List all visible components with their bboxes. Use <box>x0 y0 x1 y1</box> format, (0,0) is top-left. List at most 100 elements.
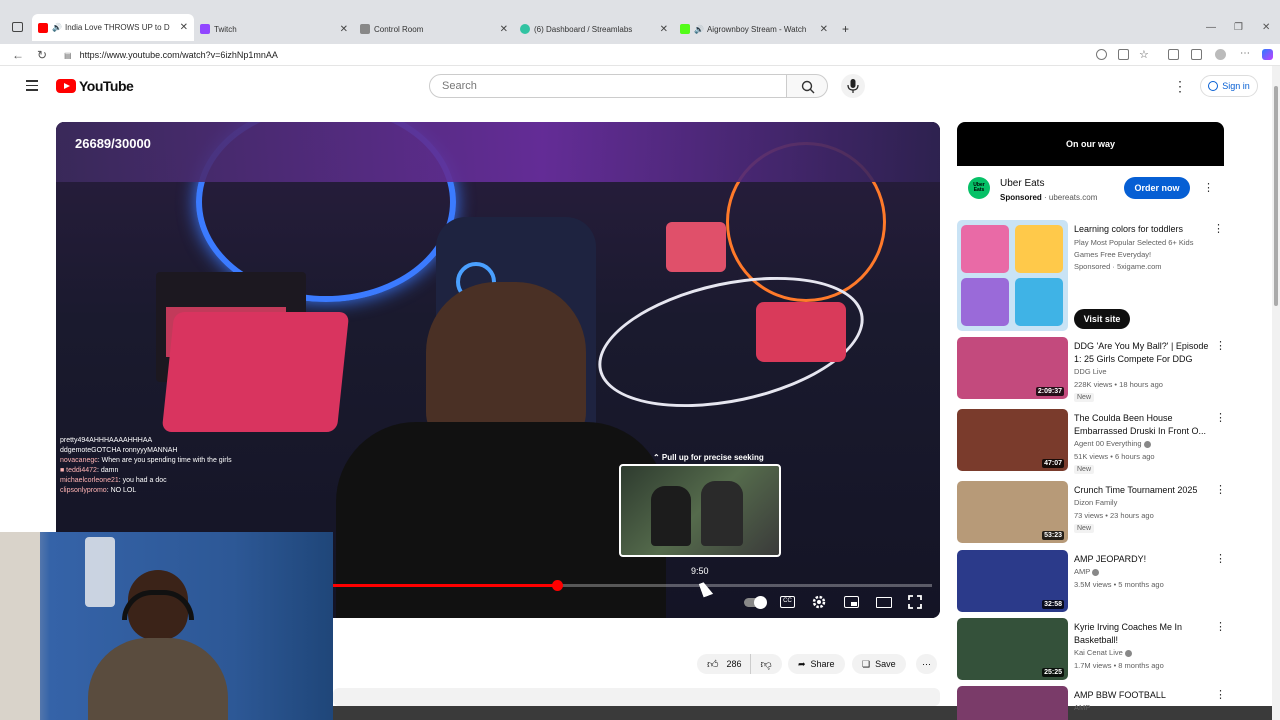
webcam-person <box>88 560 228 720</box>
youtube-favicon-icon <box>38 22 48 33</box>
speaker-icon: 🔊 <box>694 24 704 34</box>
back-icon[interactable]: ← <box>12 48 24 62</box>
rec-menu-icon[interactable]: ⋮ <box>1213 222 1224 235</box>
rec-meta: Sponsored · 5xigame.com <box>1074 262 1162 271</box>
close-tab-icon[interactable]: ✕ <box>500 24 508 35</box>
rec-title: The Coulda Been House Embarrassed Druski… <box>1074 413 1207 436</box>
rec-menu-icon[interactable]: ⋮ <box>1215 552 1226 565</box>
share-button[interactable]: ➦ Share <box>788 654 845 674</box>
user-circle-icon <box>1208 81 1219 91</box>
chat-text: pretty494AHHHAAAAHHHAA <box>60 437 153 444</box>
more-actions-button[interactable]: ⋯ <box>916 654 937 674</box>
hamburger-menu-icon[interactable] <box>26 80 38 91</box>
close-tab-icon[interactable]: ✕ <box>340 24 348 35</box>
rec-menu-icon[interactable]: ⋮ <box>1215 483 1226 496</box>
rec-thumbnail: 53:23 <box>957 481 1068 543</box>
order-now-button[interactable]: Order now <box>1124 177 1190 199</box>
miniplayer-button[interactable] <box>844 596 859 608</box>
scrollbar-thumb[interactable] <box>1274 86 1278 306</box>
visit-site-button[interactable]: Visit site <box>1074 309 1130 329</box>
restore-icon[interactable]: ❐ <box>1234 22 1243 33</box>
seek-preview-thumbnail <box>619 464 781 557</box>
tab-streamlabs[interactable]: (6) Dashboard / Streamlabs ✕ <box>514 17 674 41</box>
rec-item[interactable]: 32:58 AMP JEOPARDY! AMP 3.5M views • 5 m… <box>957 550 1226 614</box>
streamlabs-favicon-icon <box>520 24 530 34</box>
close-tab-icon[interactable]: ✕ <box>180 22 188 33</box>
settings-gear-icon[interactable] <box>812 595 826 609</box>
ad-menu-icon[interactable]: ⋮ <box>1203 181 1214 194</box>
minimize-icon[interactable]: — <box>1206 22 1216 33</box>
reader-icon[interactable] <box>1118 49 1129 60</box>
close-window-icon[interactable]: ✕ <box>1262 22 1270 33</box>
fullscreen-icon[interactable] <box>908 595 922 609</box>
progress-scrubber[interactable] <box>552 580 563 591</box>
preview-figure <box>651 486 691 546</box>
game-tile <box>1015 225 1063 273</box>
dislike-button[interactable]: 👎︎ <box>749 654 782 674</box>
chat-text: you had a doc <box>122 477 167 484</box>
rec-menu-icon[interactable]: ⋮ <box>1215 620 1226 633</box>
sign-in-button[interactable]: Sign in <box>1200 75 1258 97</box>
rec-duration: 25:25 <box>1042 668 1064 677</box>
rec-title: Kyrie Irving Coaches Me In Basketball! <box>1074 622 1183 645</box>
closed-captions-button[interactable]: CC <box>780 596 795 608</box>
extension-icon[interactable] <box>1168 49 1179 60</box>
rec-title: AMP JEOPARDY! <box>1074 554 1147 564</box>
tab-youtube[interactable]: 🔊 India Love THROWS UP to D ✕ <box>32 14 194 41</box>
webcam-overlay <box>0 532 333 720</box>
url-field[interactable]: ▤ https://www.youtube.com/watch?v=6izhNp… <box>64 47 1084 63</box>
settings-kebab-icon[interactable]: ⋮ <box>1173 78 1187 95</box>
rec-meta: 1.7M views • 8 months ago <box>1074 661 1164 670</box>
rec-menu-icon[interactable]: ⋮ <box>1215 411 1226 424</box>
tab-control-room[interactable]: Control Room ✕ <box>354 17 514 41</box>
chat-user: novacanegc <box>60 457 98 464</box>
translate-icon[interactable] <box>1096 49 1107 60</box>
voice-search-button[interactable] <box>841 74 865 98</box>
rec-item[interactable]: 25:25 Kyrie Irving Coaches Me In Basketb… <box>957 618 1226 682</box>
favorite-star-icon[interactable]: ☆ <box>1139 48 1149 61</box>
chat-message: ddgemoteGOTCHA ronnyyyMANNAH <box>60 446 240 455</box>
theater-mode-button[interactable] <box>876 597 892 608</box>
browser-menu-icon[interactable]: ⋯ <box>1240 48 1250 59</box>
favorites-icon[interactable] <box>1191 49 1202 60</box>
rec-menu-icon[interactable]: ⋮ <box>1215 688 1224 701</box>
rec-title: Learning colors for toddlers <box>1074 224 1184 234</box>
rec-menu-icon[interactable]: ⋮ <box>1215 339 1226 352</box>
profile-avatar-icon[interactable] <box>1215 49 1226 60</box>
close-tab-icon[interactable]: ✕ <box>660 24 668 35</box>
stream-chat-overlay: pretty494AHHHAAAAHHHAA ddgemoteGOTCHA ro… <box>60 436 240 496</box>
share-arrow-icon: ➦ <box>798 658 806 669</box>
rec-channel-line: AMP <box>1074 567 1100 576</box>
new-badge: New <box>1074 465 1095 474</box>
description-box[interactable] <box>333 688 940 706</box>
youtube-logo[interactable]: YouTube <box>56 78 134 94</box>
page-scrollbar[interactable] <box>1272 66 1280 720</box>
tab-twitch[interactable]: Twitch ✕ <box>194 17 354 41</box>
rec-item[interactable]: AMP BBW FOOTBALL AMP ⋮ <box>957 686 1224 720</box>
progress-bar[interactable] <box>332 580 932 591</box>
rec-item[interactable]: 47:07 The Coulda Been House Embarrassed … <box>957 409 1226 474</box>
rec-item[interactable]: 2:09:37 DDG 'Are You My Ball?' | Episode… <box>957 337 1226 402</box>
like-button[interactable]: 👍︎ 286 <box>697 654 750 674</box>
copilot-icon[interactable] <box>1262 49 1273 60</box>
ad-banner[interactable]: On our way <box>957 122 1224 166</box>
tab-actions-icon[interactable] <box>12 22 23 32</box>
reload-icon[interactable]: ↻ <box>37 48 47 62</box>
rec-item[interactable]: 53:23 Crunch Time Tournament 2025 Dizon … <box>957 481 1226 545</box>
close-tab-icon[interactable]: ✕ <box>820 24 828 35</box>
sponsored-rec-item[interactable]: Learning colors for toddlers Play Most P… <box>957 220 1224 331</box>
rec-duration: 53:23 <box>1042 531 1064 540</box>
save-button[interactable]: ❏ Save <box>852 654 906 674</box>
search-input[interactable]: Search <box>429 74 787 98</box>
autoplay-toggle[interactable] <box>744 596 767 609</box>
share-label: Share <box>810 659 835 669</box>
new-tab-button[interactable]: + <box>836 17 856 41</box>
sponsored-label: Sponsored <box>1000 193 1042 202</box>
search-button[interactable] <box>786 74 828 98</box>
tab-title: Twitch <box>214 24 237 34</box>
chat-user: clipsonlypromo <box>60 487 107 494</box>
microphone-icon <box>847 79 859 93</box>
tab-kick[interactable]: 🔊 Aigrownboy Stream - Watch ✕ <box>674 17 834 41</box>
sign-in-label: Sign in <box>1222 81 1250 91</box>
site-info-icon[interactable]: ▤ <box>64 51 72 60</box>
